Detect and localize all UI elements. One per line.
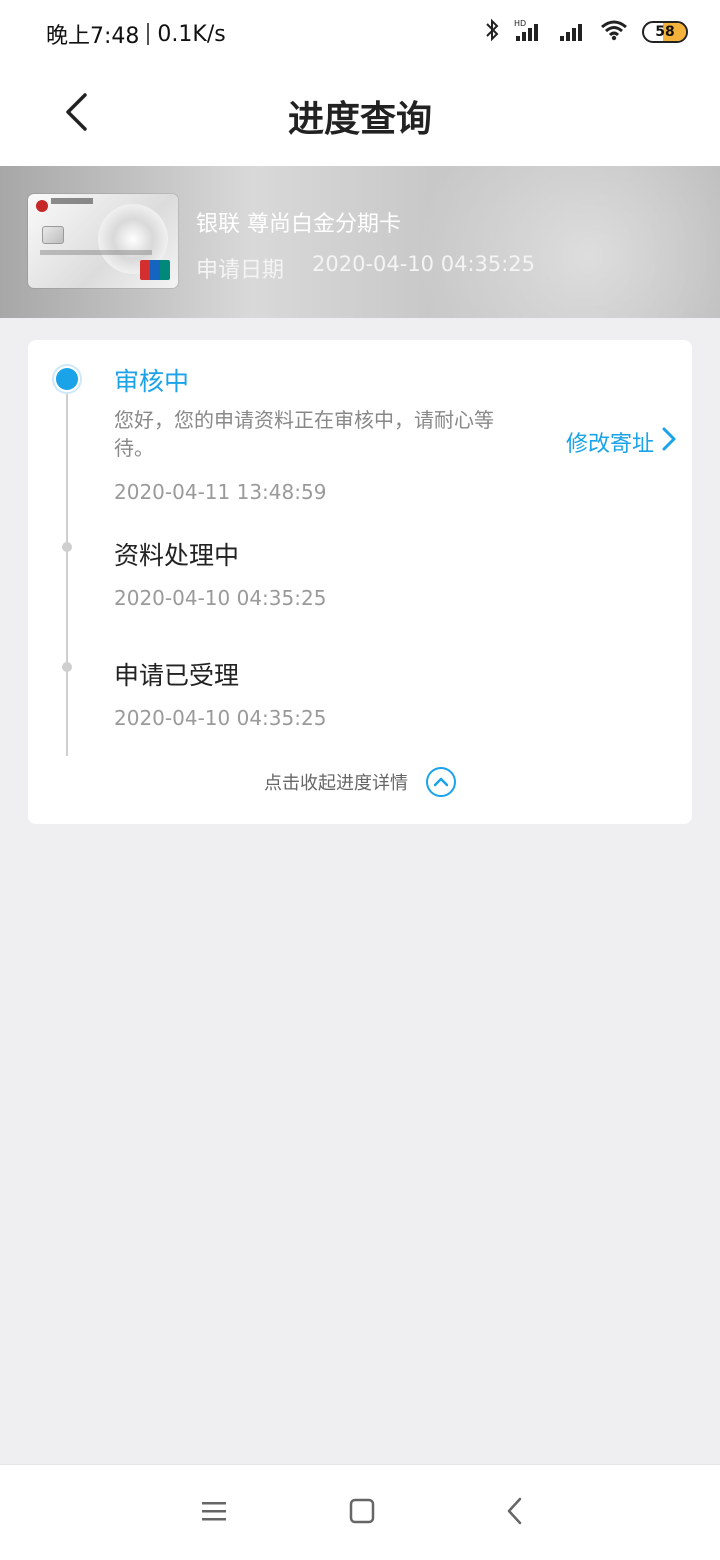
step-description: 您好，您的申请资料正在审核中，请耐心等待。	[114, 408, 494, 460]
home-button[interactable]	[342, 1495, 382, 1531]
apply-date-label: 申请日期	[196, 258, 285, 283]
chevron-right-icon	[662, 427, 676, 457]
back-triangle-icon	[506, 1497, 522, 1529]
system-navigation-bar	[0, 1464, 720, 1560]
card-image	[28, 194, 178, 288]
chevron-up-icon	[426, 767, 456, 797]
collapse-progress-button[interactable]: 点击收起进度详情	[28, 760, 692, 804]
status-right: HD 58	[484, 18, 688, 46]
card-banner	[0, 166, 720, 318]
step-title: 审核中	[114, 367, 190, 396]
timeline-dot	[62, 542, 72, 552]
step-time: 2020-04-10 04:35:25	[114, 586, 327, 610]
step-title: 资料处理中	[114, 541, 240, 570]
card-name: 银联 尊尚白金分期卡	[196, 212, 401, 237]
collapse-label: 点击收起进度详情	[264, 773, 408, 794]
hd-signal-icon: HD	[514, 18, 544, 46]
signal-icon	[558, 18, 586, 46]
status-time: 晚上7:48	[46, 24, 140, 49]
system-back-button[interactable]	[494, 1495, 534, 1531]
progress-card: 审核中 您好，您的申请资料正在审核中，请耐心等待。 2020-04-11 13:…	[28, 340, 692, 824]
battery-level: 58	[655, 24, 675, 40]
apply-date-value: 2020-04-10 04:35:25	[312, 252, 536, 276]
modify-address-link[interactable]: 修改寄址	[566, 426, 676, 458]
banner-background	[380, 166, 720, 318]
bluetooth-icon	[484, 18, 500, 46]
menu-button[interactable]	[194, 1495, 234, 1531]
status-left: 晚上7:48 0.1K/s	[46, 18, 226, 50]
timeline-active-dot	[52, 364, 82, 394]
nav-bar: 进度查询	[0, 66, 720, 166]
modify-address-label: 修改寄址	[565, 432, 654, 457]
battery-icon: 58	[642, 21, 688, 43]
svg-text:HD: HD	[514, 19, 526, 28]
status-separator	[147, 23, 150, 45]
app-root: 晚上7:48 0.1K/s HD 58 进度查询 银联 尊尚白金分期卡 申请日期…	[0, 0, 720, 1560]
timeline-line	[66, 380, 68, 756]
status-bar: 晚上7:48 0.1K/s HD 58	[0, 0, 720, 66]
menu-icon	[201, 1500, 227, 1526]
step-title: 申请已受理	[114, 661, 240, 690]
step-time: 2020-04-10 04:35:25	[114, 706, 327, 730]
page-title: 进度查询	[287, 99, 432, 140]
step-time: 2020-04-11 13:48:59	[114, 480, 327, 504]
wifi-icon	[600, 19, 628, 45]
home-icon	[349, 1498, 375, 1528]
timeline-dot	[62, 662, 72, 672]
network-speed: 0.1K/s	[157, 21, 226, 47]
